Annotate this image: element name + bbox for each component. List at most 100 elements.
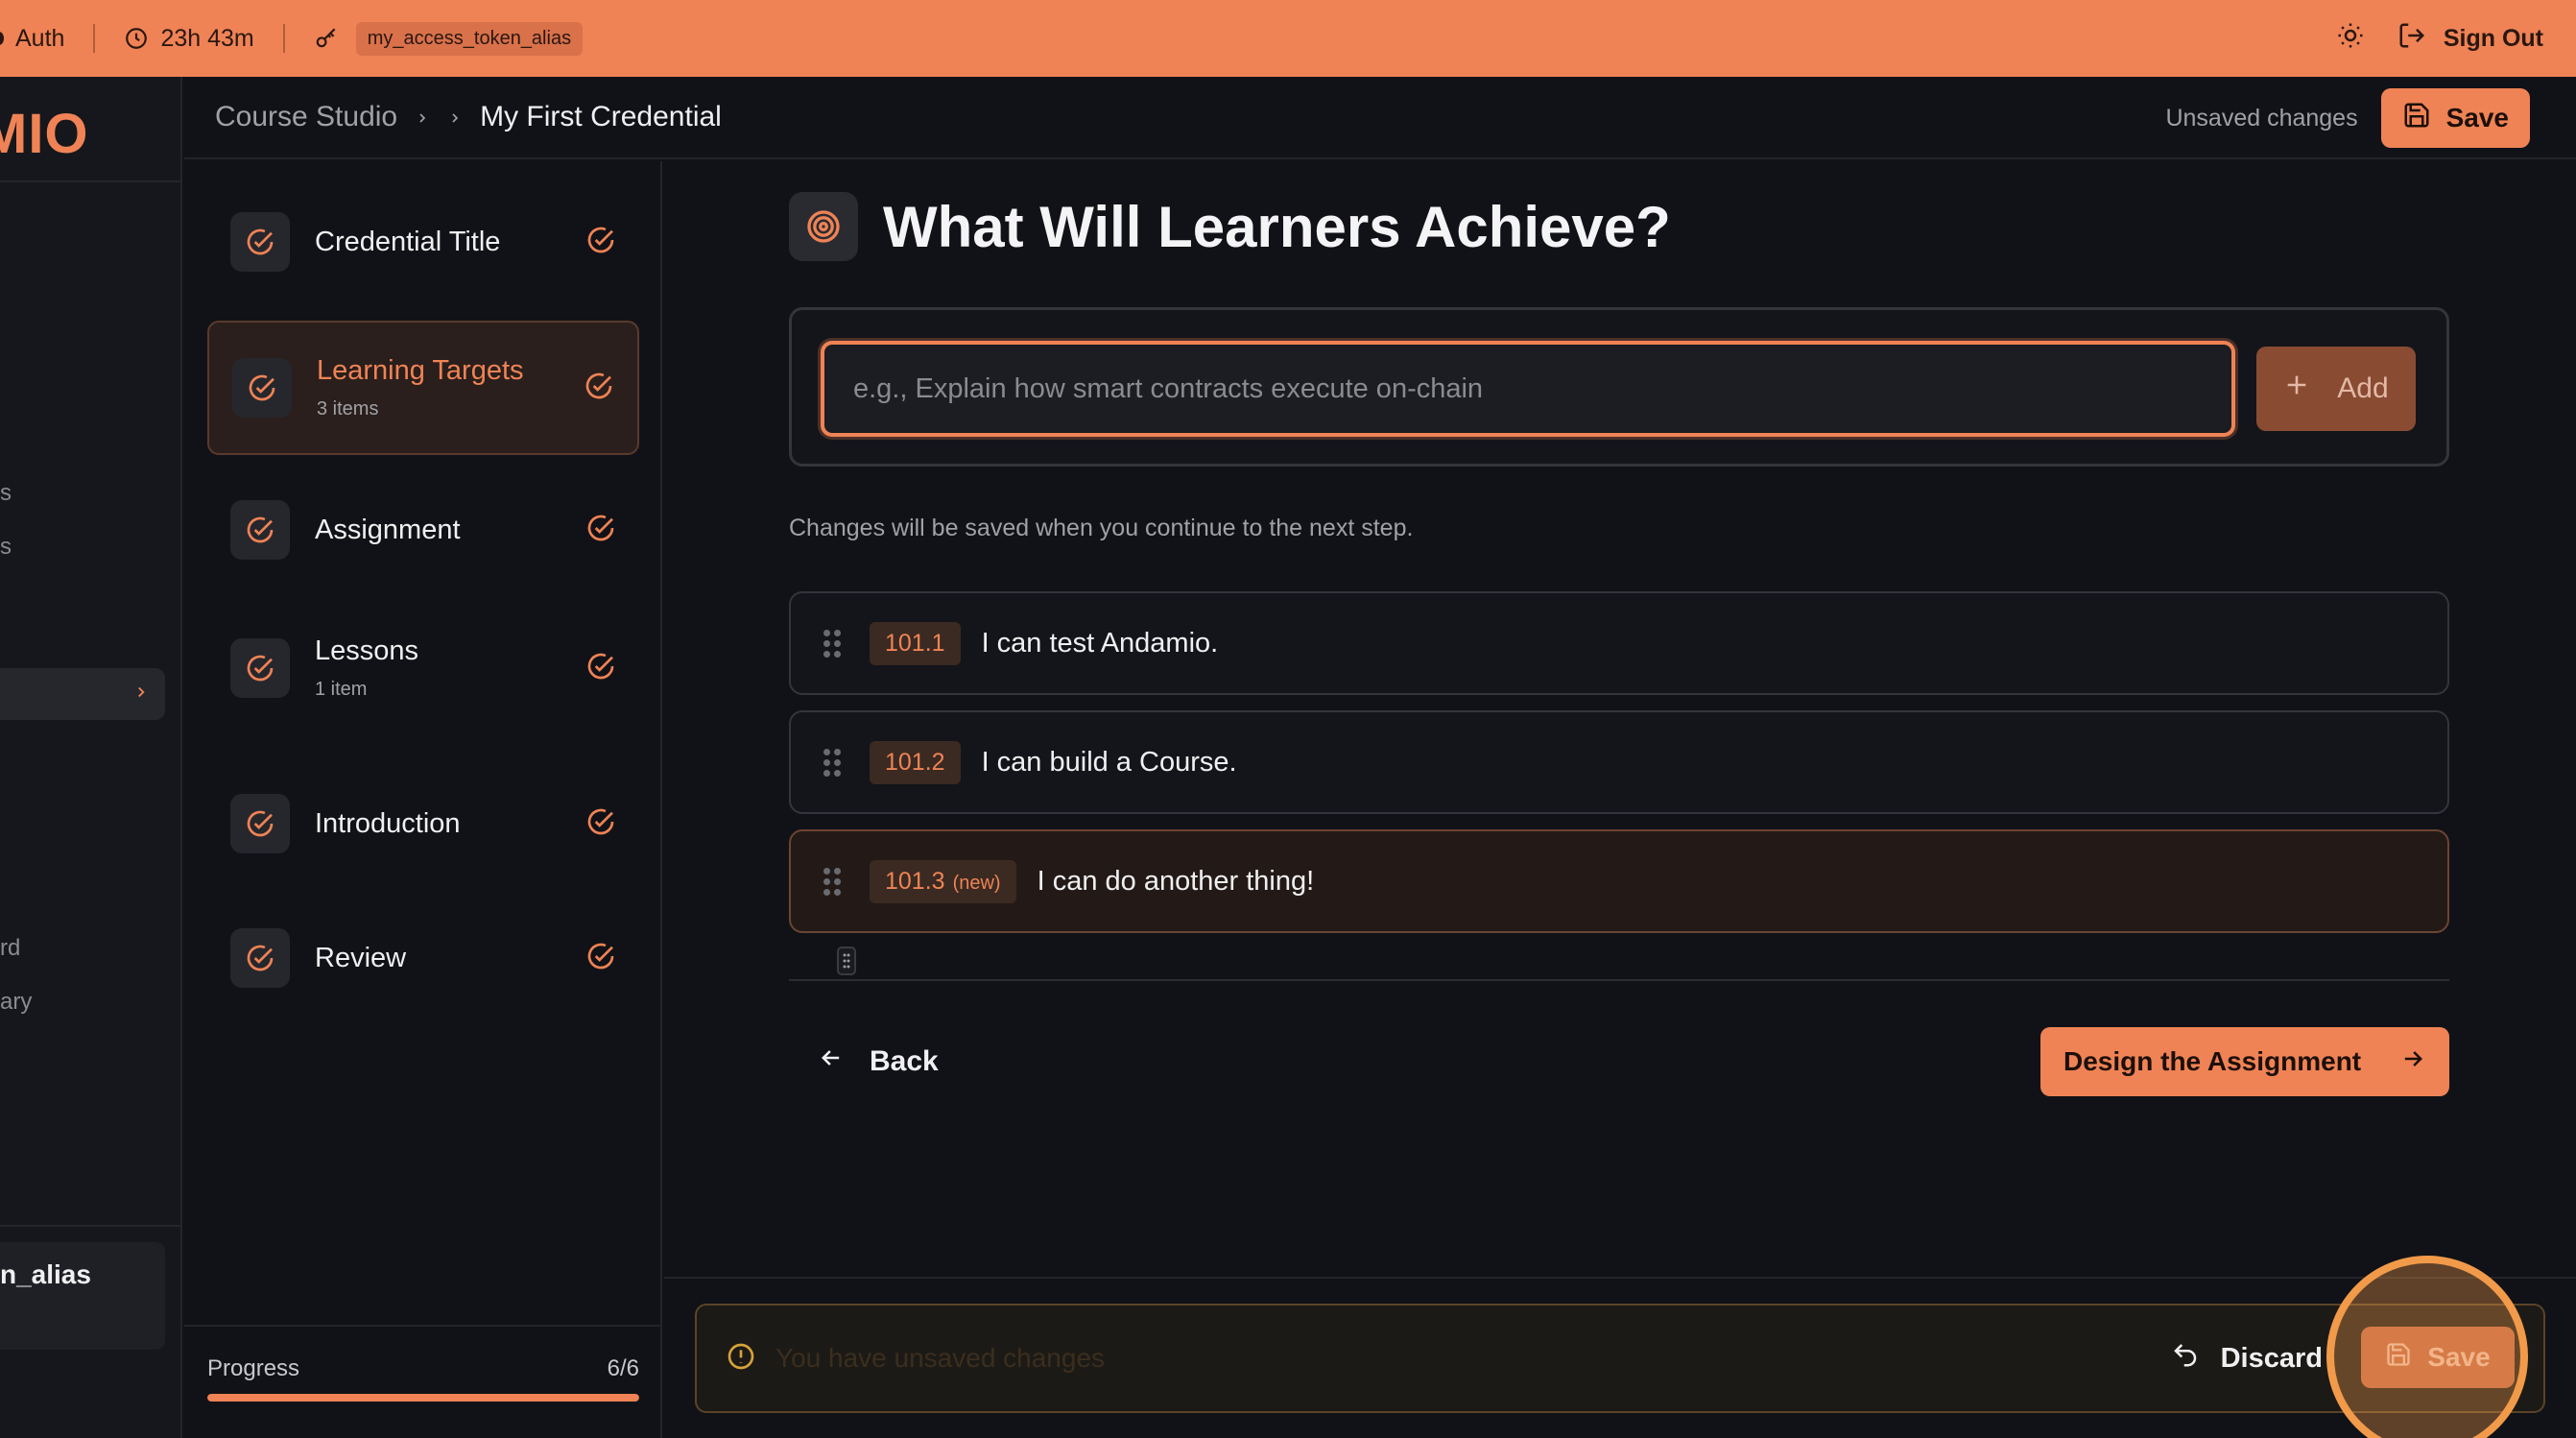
step-review[interactable]: Review xyxy=(207,916,639,1000)
sidebar-item-label[interactable]: s xyxy=(0,534,12,561)
design-assignment-button[interactable]: Design the Assignment xyxy=(2040,1027,2449,1096)
sidebar-item-label[interactable]: ary xyxy=(0,989,32,1016)
divider xyxy=(93,24,96,53)
user-alias-card[interactable]: n_alias xyxy=(0,1242,165,1350)
user-alias: n_alias xyxy=(0,1259,91,1289)
drag-handle-icon[interactable] xyxy=(823,748,845,777)
drag-handle-icon[interactable] xyxy=(823,629,845,658)
check-circle-icon xyxy=(584,371,614,406)
sidebar-item-active[interactable] xyxy=(0,668,165,720)
target-code-badge: 101.3 (new) xyxy=(870,859,1016,903)
check-circle-icon xyxy=(585,651,616,686)
new-tag: (new) xyxy=(952,872,1001,894)
step-status-icon xyxy=(230,500,290,560)
step-title: Learning Targets xyxy=(317,355,524,386)
check-circle-icon xyxy=(585,806,616,842)
step-assignment[interactable]: Assignment xyxy=(207,488,639,572)
target-code-badge: 101.2 xyxy=(870,740,961,784)
step-lessons[interactable]: Lessons 1 item xyxy=(207,611,639,726)
main-content: What Will Learners Achieve? Add Changes … xyxy=(664,161,2576,1277)
sidebar-item-label[interactable]: s xyxy=(0,480,12,507)
header-actions: Unsaved changes Save xyxy=(2165,77,2530,159)
clock-icon xyxy=(124,26,149,51)
step-text: Introduction xyxy=(315,808,585,840)
step-learning-targets[interactable]: Learning Targets 3 items xyxy=(207,321,639,455)
save-icon xyxy=(2402,101,2431,136)
progress-label: Progress xyxy=(207,1355,300,1381)
save-label: Save xyxy=(2445,103,2509,132)
learning-target-row-new[interactable]: 101.3 (new) I can do another thing! xyxy=(789,829,2449,933)
status-dot-icon xyxy=(0,32,4,45)
theme-toggle-sun-icon[interactable] xyxy=(2336,21,2365,57)
alert-circle-icon xyxy=(726,1341,756,1377)
chevron-right-icon xyxy=(447,103,463,132)
top-bar-actions: Sign Out xyxy=(2336,0,2543,77)
divider xyxy=(789,979,2449,981)
target-code: 101.1 xyxy=(885,629,945,657)
header-save-button[interactable]: Save xyxy=(2380,88,2530,148)
divider xyxy=(282,24,285,53)
plus-icon xyxy=(2283,371,2310,406)
step-introduction[interactable]: Introduction xyxy=(207,781,639,866)
divider xyxy=(0,180,182,182)
page-title: What Will Learners Achieve? xyxy=(883,194,1671,259)
unsaved-status: Unsaved changes xyxy=(2165,104,2358,132)
auth-label: Auth xyxy=(15,24,65,52)
progress-row: Progress 6/6 xyxy=(207,1355,639,1382)
target-text: I can do another thing! xyxy=(1037,865,1315,897)
step-text: Credential Title xyxy=(315,227,585,258)
top-bar: Auth 23h 43m my_access_token_alias Sign … xyxy=(0,0,2576,77)
discard-button[interactable]: Discard xyxy=(2171,1327,2323,1390)
target-code: 101.3 xyxy=(885,867,945,895)
step-text: Learning Targets 3 items xyxy=(317,355,584,420)
step-count: 1 item xyxy=(315,679,368,700)
sidebar-item-label[interactable]: rd xyxy=(0,935,20,962)
undo-icon xyxy=(2171,1340,2200,1377)
step-text: Review xyxy=(315,943,585,974)
divider xyxy=(0,1225,182,1227)
step-title: Credential Title xyxy=(315,226,501,257)
back-label: Back xyxy=(870,1045,939,1077)
step-title: Review xyxy=(315,942,407,973)
step-title: Lessons xyxy=(315,635,419,666)
divider xyxy=(184,1325,662,1327)
target-code: 101.2 xyxy=(885,748,945,776)
learning-target-input[interactable] xyxy=(821,341,2235,437)
back-button[interactable]: Back xyxy=(808,1031,948,1092)
app-logo: MIO xyxy=(0,103,89,165)
learning-target-row[interactable]: 101.2 I can build a Course. xyxy=(789,710,2449,814)
progress-section: Progress 6/6 xyxy=(184,1325,662,1402)
unsaved-changes-bar: You have unsaved changes Discard Save xyxy=(695,1304,2545,1413)
check-circle-icon xyxy=(585,225,616,260)
add-target-button[interactable]: Add xyxy=(2256,347,2416,431)
chevron-right-icon xyxy=(132,683,150,706)
breadcrumb-course-studio[interactable]: Course Studio xyxy=(215,101,397,133)
add-target-card: Add xyxy=(789,307,2449,467)
step-credential-title[interactable]: Credential Title xyxy=(207,200,639,284)
step-status-icon xyxy=(230,212,290,272)
footer-save-button[interactable]: Save xyxy=(2361,1327,2515,1388)
check-circle-icon xyxy=(585,513,616,548)
progress-value: 6/6 xyxy=(607,1355,639,1381)
unsaved-message: You have unsaved changes xyxy=(775,1343,1106,1373)
target-text: I can test Andamio. xyxy=(981,627,1219,659)
step-status-icon xyxy=(230,638,290,698)
timer-text: 23h 43m xyxy=(160,24,254,52)
save-label: Save xyxy=(2427,1342,2491,1372)
step-title: Assignment xyxy=(315,514,461,545)
arrow-left-icon xyxy=(818,1044,845,1079)
logout-icon xyxy=(2397,21,2426,57)
steps-panel: Credential Title Learning Targets 3 item… xyxy=(184,161,856,1438)
step-title: Introduction xyxy=(315,807,461,839)
progress-bar xyxy=(207,1394,639,1402)
key-icon xyxy=(314,26,339,51)
drag-handle-icon[interactable] xyxy=(823,867,845,896)
app-root: Auth 23h 43m my_access_token_alias Sign … xyxy=(0,0,2576,1438)
sign-out-button[interactable]: Sign Out xyxy=(2397,21,2543,57)
progress-bar-fill xyxy=(207,1394,639,1402)
target-text: I can build a Course. xyxy=(981,746,1237,778)
learning-target-row[interactable]: 101.1 I can test Andamio. xyxy=(789,591,2449,695)
target-code-badge: 101.1 xyxy=(870,621,961,665)
token-alias-badge: my_access_token_alias xyxy=(355,21,584,56)
target-icon xyxy=(789,192,858,261)
